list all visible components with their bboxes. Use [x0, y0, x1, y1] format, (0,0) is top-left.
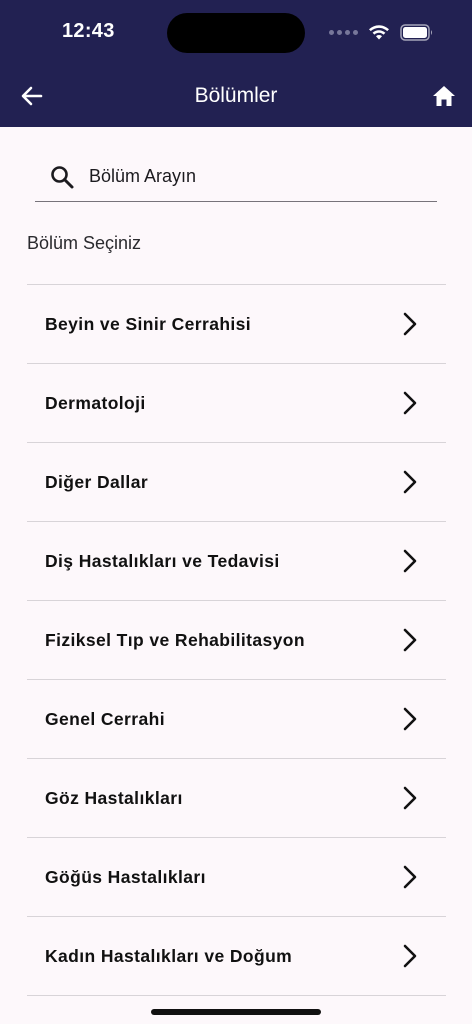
search-input[interactable] — [89, 166, 409, 187]
home-button[interactable] — [428, 81, 460, 111]
department-label: Göz Hastalıkları — [45, 787, 183, 808]
chevron-right-icon — [403, 865, 417, 889]
department-list: Beyin ve Sinir Cerrahisi Dermatoloji Diğer… — [27, 284, 446, 996]
list-item[interactable]: Diğer Dallar — [27, 443, 446, 522]
home-indicator — [151, 1009, 321, 1015]
chevron-right-icon — [403, 786, 417, 810]
status-icons — [329, 22, 434, 42]
chevron-right-icon — [403, 391, 417, 415]
department-label: Dermatoloji — [45, 392, 146, 413]
list-item[interactable]: Dermatoloji — [27, 364, 446, 443]
search-icon — [51, 165, 74, 188]
department-label: Diş Hastalıkları ve Tedavisi — [45, 550, 280, 571]
battery-icon — [400, 23, 432, 41]
list-item[interactable]: Beyin ve Sinir Cerrahisi — [27, 285, 446, 364]
chevron-right-icon — [403, 470, 417, 494]
list-item[interactable]: Kadın Hastalıkları ve Doğum — [27, 917, 446, 996]
department-label: Diğer Dallar — [45, 471, 149, 492]
chevron-right-icon — [403, 707, 417, 731]
page-title: Bölümler — [194, 84, 278, 107]
department-label: Beyin ve Sinir Cerrahisi — [45, 313, 252, 334]
chevron-right-icon — [403, 944, 417, 968]
section-label: Bölüm Seçiniz — [27, 233, 142, 253]
department-label: Fiziksel Tıp ve Rehabilitasyon — [45, 629, 305, 650]
app-header: 12:43 Bölümler — [0, 0, 472, 127]
department-label: Göğüs Hastalıkları — [45, 866, 206, 887]
search-bar — [35, 152, 437, 202]
chevron-right-icon — [403, 312, 417, 336]
chevron-right-icon — [403, 628, 417, 652]
list-item[interactable]: Diş Hastalıkları ve Tedavisi — [27, 522, 446, 601]
list-item[interactable]: Göğüs Hastalıkları — [27, 838, 446, 917]
home-icon — [433, 86, 455, 106]
dynamic-island — [167, 13, 305, 53]
list-item[interactable]: Göz Hastalıkları — [27, 759, 446, 838]
department-label: Genel Cerrahi — [45, 708, 165, 729]
department-label: Kadın Hastalıkları ve Doğum — [45, 945, 293, 966]
wifi-icon — [369, 24, 389, 39]
chevron-right-icon — [403, 549, 417, 573]
list-item[interactable]: Genel Cerrahi — [27, 680, 446, 759]
status-time: 12:43 — [62, 20, 115, 42]
signal-icon — [329, 29, 358, 35]
list-item[interactable]: Fiziksel Tıp ve Rehabilitasyon — [27, 601, 446, 680]
